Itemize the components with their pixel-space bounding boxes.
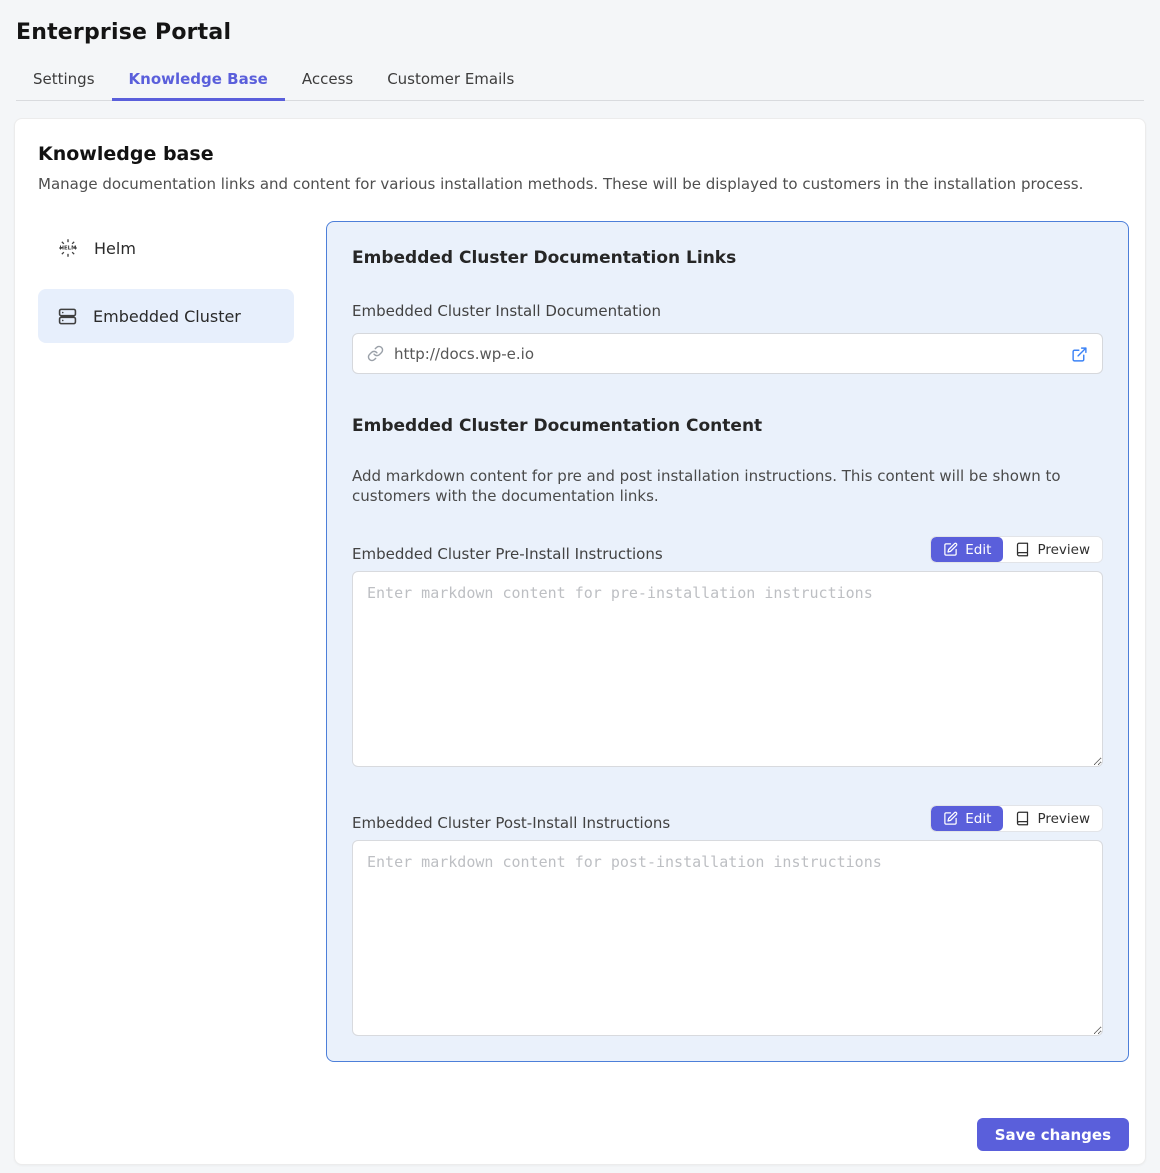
documentation-links-heading: Embedded Cluster Documentation Links [352, 248, 1103, 268]
save-changes-button[interactable]: Save changes [977, 1118, 1129, 1151]
tab-bar: Settings Knowledge Base Access Customer … [16, 61, 1144, 101]
helm-icon: HELM [58, 238, 78, 258]
embedded-cluster-panel: Embedded Cluster Documentation Links Emb… [326, 221, 1129, 1062]
install-doc-label: Embedded Cluster Install Documentation [352, 302, 1103, 320]
server-icon [58, 307, 77, 326]
card-description: Manage documentation links and content f… [38, 175, 1129, 193]
tab-settings[interactable]: Settings [16, 61, 112, 101]
preview-book-icon [1015, 811, 1030, 826]
install-method-sidebar: HELM Helm Embedded Cluster [38, 221, 294, 1062]
content-description: Add markdown content for pre and post in… [352, 466, 1102, 506]
post-install-markdown-textarea[interactable] [352, 840, 1103, 1036]
sidebar-item-helm[interactable]: HELM Helm [38, 221, 294, 275]
tab-access[interactable]: Access [285, 61, 370, 101]
documentation-content-heading: Embedded Cluster Documentation Content [352, 416, 1103, 436]
preview-book-icon [1015, 542, 1030, 557]
page-header: Enterprise Portal Settings Knowledge Bas… [0, 0, 1160, 101]
pre-install-markdown-textarea[interactable] [352, 571, 1103, 767]
sidebar-item-embedded-cluster[interactable]: Embedded Cluster [38, 289, 294, 343]
edit-toggle-button[interactable]: Edit [931, 806, 1003, 831]
knowledge-base-card: Knowledge base Manage documentation link… [14, 118, 1146, 1165]
pre-install-label: Embedded Cluster Pre-Install Instruction… [352, 545, 663, 563]
post-install-edit-preview-toggle: Edit Preview [930, 805, 1103, 832]
sidebar-item-label: Helm [94, 239, 136, 258]
card-footer: Save changes [977, 1118, 1129, 1151]
card-heading: Knowledge base [38, 143, 1129, 165]
page-title: Enterprise Portal [16, 20, 1144, 45]
preview-toggle-button[interactable]: Preview [1003, 537, 1102, 562]
preview-toggle-button[interactable]: Preview [1003, 806, 1102, 831]
pre-install-edit-preview-toggle: Edit Preview [930, 536, 1103, 563]
sidebar-item-label: Embedded Cluster [93, 307, 241, 326]
post-install-label: Embedded Cluster Post-Install Instructio… [352, 814, 670, 832]
tab-knowledge-base[interactable]: Knowledge Base [112, 61, 285, 101]
open-external-link-button[interactable] [1068, 343, 1090, 365]
tab-customer-emails[interactable]: Customer Emails [370, 61, 531, 101]
svg-text:HELM: HELM [59, 246, 76, 252]
edit-pencil-icon [943, 542, 958, 557]
edit-toggle-button[interactable]: Edit [931, 537, 1003, 562]
install-doc-url-input[interactable] [394, 345, 1062, 363]
external-link-icon [1071, 346, 1088, 363]
edit-pencil-icon [943, 811, 958, 826]
install-doc-input-wrap [352, 333, 1103, 374]
link-icon [367, 345, 384, 362]
